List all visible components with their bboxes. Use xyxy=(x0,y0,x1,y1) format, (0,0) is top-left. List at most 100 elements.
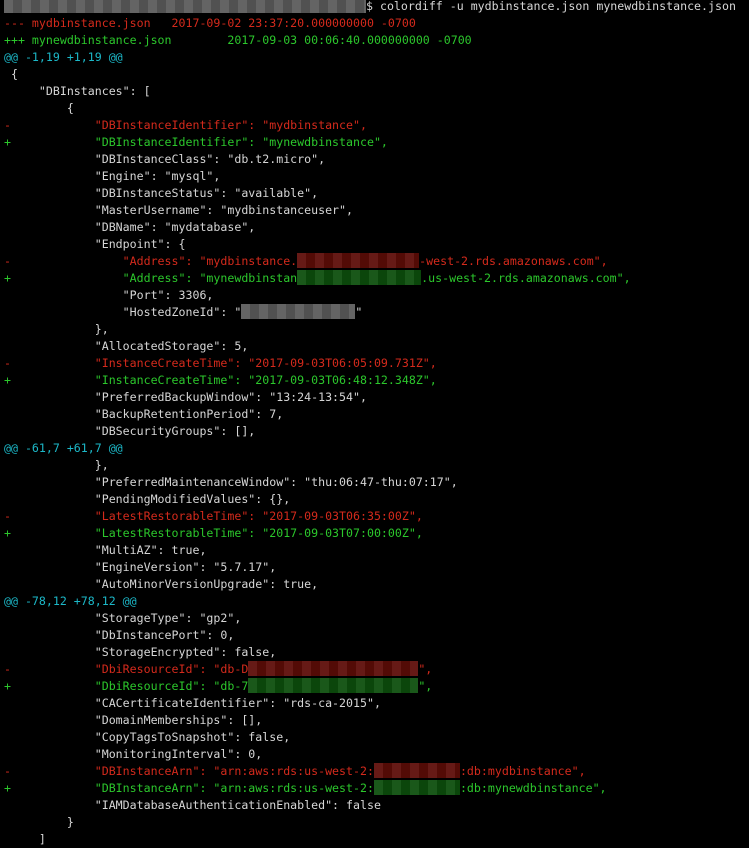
line-text: - "DbiResourceId": "db-D xyxy=(4,662,249,676)
line-text: "StorageEncrypted": false, xyxy=(4,645,277,659)
redacted-block xyxy=(248,678,419,693)
line-text: - "DBInstanceIdentifier": "mydbinstance"… xyxy=(4,118,367,132)
context-line: }, xyxy=(4,457,749,474)
added-line: + "Address": "mynewdbinstan .us-west-2.rd… xyxy=(4,270,749,287)
line-text: "Port": 3306, xyxy=(4,288,214,302)
added-line: + "InstanceCreateTime": "2017-09-03T06:4… xyxy=(4,372,749,389)
context-line: "CopyTagsToSnapshot": false, xyxy=(4,729,749,746)
context-line: "CACertificateIdentifier": "rds-ca-2015"… xyxy=(4,695,749,712)
context-line: { xyxy=(4,100,749,117)
hunk-header: @@ -78,12 +78,12 @@ xyxy=(4,593,749,610)
line-text: @@ -78,12 +78,12 @@ xyxy=(4,594,137,608)
line-text: @@ -1,19 +1,19 @@ xyxy=(4,50,123,64)
line-text: ", xyxy=(418,679,433,693)
line-text: "EngineVersion": "5.7.17", xyxy=(4,560,277,574)
line-text: - "DBInstanceArn": "arn:aws:rds:us-west-… xyxy=(4,764,374,778)
line-text: - "Address": "mydbinstance. xyxy=(4,254,298,268)
context-line: } xyxy=(4,814,749,831)
added-line: + "LatestRestorableTime": "2017-09-03T07… xyxy=(4,525,749,542)
line-text: :db:mydbinstance", xyxy=(459,764,586,778)
context-line: "EngineVersion": "5.7.17", xyxy=(4,559,749,576)
removed-line: - "InstanceCreateTime": "2017-09-03T06:0… xyxy=(4,355,749,372)
context-line: "StorageEncrypted": false, xyxy=(4,644,749,661)
removed-line: - "Address": "mydbinstance. -west-2.rds.a… xyxy=(4,253,749,270)
context-line: "DBInstanceStatus": "available", xyxy=(4,185,749,202)
removed-line: - "DBInstanceArn": "arn:aws:rds:us-west-… xyxy=(4,763,749,780)
context-line: }, xyxy=(4,321,749,338)
context-line: "StorageType": "gp2", xyxy=(4,610,749,627)
line-text: + "LatestRestorableTime": "2017-09-03T07… xyxy=(4,526,423,540)
line-text: } xyxy=(4,815,74,829)
line-text: "AutoMinorVersionUpgrade": true, xyxy=(4,577,319,591)
terminal-output: $ colordiff -u mydbinstance.json mynewdb… xyxy=(0,0,749,848)
removed-line: - "DbiResourceId": "db-D ", xyxy=(4,661,749,678)
hunk-header: @@ -1,19 +1,19 @@ xyxy=(4,49,749,66)
context-line: "Port": 3306, xyxy=(4,287,749,304)
context-line: "Endpoint": { xyxy=(4,236,749,253)
line-text: .us-west-2.rds.amazonaws.com", xyxy=(421,271,631,285)
line-text: + "DBInstanceArn": "arn:aws:rds:us-west-… xyxy=(4,781,374,795)
line-text: " xyxy=(355,305,363,319)
line-text: :db:mynewdbinstance", xyxy=(459,781,607,795)
line-text: "DBInstanceStatus": "available", xyxy=(4,186,319,200)
line-text: }, xyxy=(4,458,109,472)
command-text: $ colordiff -u mydbinstance.json mynewdb… xyxy=(366,0,736,13)
line-text: + "InstanceCreateTime": "2017-09-03T06:4… xyxy=(4,373,437,387)
line-text: "CACertificateIdentifier": "rds-ca-2015"… xyxy=(4,696,381,710)
line-text: ", xyxy=(418,662,433,676)
line-text: "MasterUsername": "mydbinstanceuser", xyxy=(4,203,354,217)
context-line: "DBName": "mydatabase", xyxy=(4,219,749,236)
redacted-block xyxy=(373,780,460,795)
line-text: "BackupRetentionPeriod": 7, xyxy=(4,407,284,421)
line-text: "AllocatedStorage": 5, xyxy=(4,339,249,353)
line-text: + "Address": "mynewdbinstan xyxy=(4,271,298,285)
redacted-block xyxy=(241,304,356,319)
added-line: + "DbiResourceId": "db-7 ", xyxy=(4,678,749,695)
line-text: "PreferredBackupWindow": "13:24-13:54", xyxy=(4,390,367,404)
line-text: { xyxy=(4,101,74,115)
context-line: "Engine": "mysql", xyxy=(4,168,749,185)
line-text: "DbInstancePort": 0, xyxy=(4,628,235,642)
context-line: "MultiAZ": true, xyxy=(4,542,749,559)
line-text: "HostedZoneId": " xyxy=(4,305,242,319)
line-text: }, xyxy=(4,322,109,336)
context-line: { xyxy=(4,66,749,83)
context-line: "MonitoringInterval": 0, xyxy=(4,746,749,763)
context-line: ] xyxy=(4,831,749,848)
added-line: + "DBInstanceIdentifier": "mynewdbinstan… xyxy=(4,134,749,151)
context-line: "PreferredMaintenanceWindow": "thu:06:47… xyxy=(4,474,749,491)
line-text: "MonitoringInterval": 0, xyxy=(4,747,263,761)
redacted-block xyxy=(373,763,460,778)
line-text: "StorageType": "gp2", xyxy=(4,611,242,625)
context-line: "PreferredBackupWindow": "13:24-13:54", xyxy=(4,389,749,406)
removed-line: --- mydbinstance.json 2017-09-02 23:37:2… xyxy=(4,15,749,32)
line-text: "DBSecurityGroups": [], xyxy=(4,424,256,438)
line-text: -west-2.rds.amazonaws.com", xyxy=(419,254,608,268)
context-line: "IAMDatabaseAuthenticationEnabled": fals… xyxy=(4,797,749,814)
line-text: { xyxy=(4,67,18,81)
redacted-block xyxy=(248,661,419,676)
context-line: "HostedZoneId": " " xyxy=(4,304,749,321)
line-text: @@ -61,7 +61,7 @@ xyxy=(4,441,123,455)
line-text: "DBInstanceClass": "db.t2.micro", xyxy=(4,152,326,166)
redacted-block xyxy=(297,270,422,285)
context-line: "BackupRetentionPeriod": 7, xyxy=(4,406,749,423)
line-text: - "LatestRestorableTime": "2017-09-03T06… xyxy=(4,509,423,523)
line-text: +++ mynewdbinstance.json 2017-09-03 00:0… xyxy=(4,33,472,47)
line-text: "Endpoint": { xyxy=(4,237,186,251)
line-text: "DBInstances": [ xyxy=(4,84,151,98)
context-line: "DBInstanceClass": "db.t2.micro", xyxy=(4,151,749,168)
context-line: "MasterUsername": "mydbinstanceuser", xyxy=(4,202,749,219)
context-line: "DBSecurityGroups": [], xyxy=(4,423,749,440)
line-text: "IAMDatabaseAuthenticationEnabled": fals… xyxy=(4,798,381,812)
prompt-line: $ colordiff -u mydbinstance.json mynewdb… xyxy=(4,0,749,15)
line-text: --- mydbinstance.json 2017-09-02 23:37:2… xyxy=(4,16,416,30)
line-text: "DBName": "mydatabase", xyxy=(4,220,256,234)
context-line: "AllocatedStorage": 5, xyxy=(4,338,749,355)
line-text: "MultiAZ": true, xyxy=(4,543,207,557)
context-line: "DbInstancePort": 0, xyxy=(4,627,749,644)
line-text: "Engine": "mysql", xyxy=(4,169,221,183)
redacted-block xyxy=(297,253,420,268)
line-text: "CopyTagsToSnapshot": false, xyxy=(4,730,291,744)
removed-line: - "DBInstanceIdentifier": "mydbinstance"… xyxy=(4,117,749,134)
